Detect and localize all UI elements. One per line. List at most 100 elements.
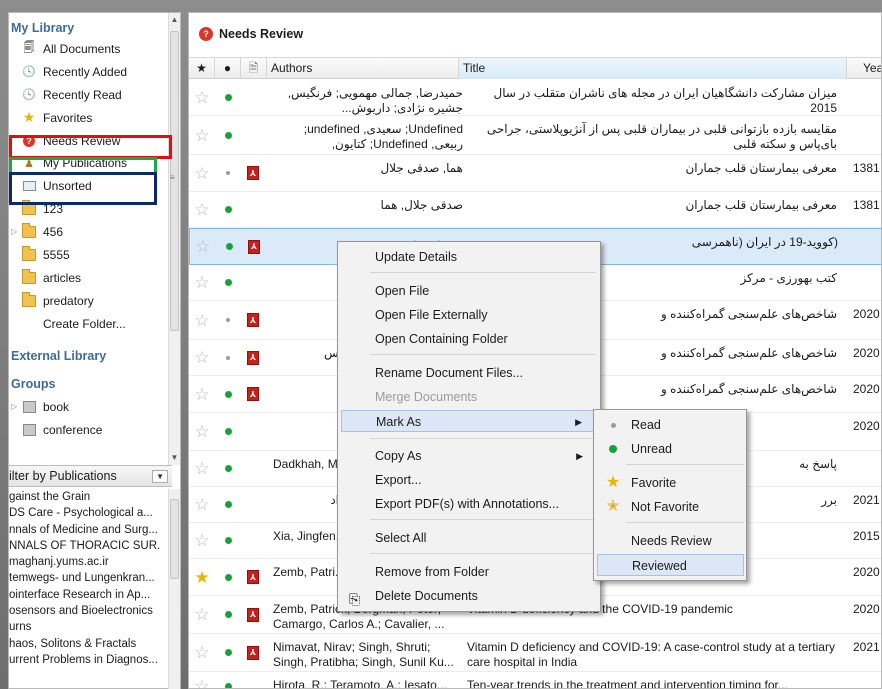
list-item[interactable]: DS Care - Psychological a... xyxy=(9,505,161,521)
pdf-icon[interactable]: ⅄ xyxy=(246,559,260,595)
read-status-icon[interactable] xyxy=(223,265,233,300)
list-item[interactable]: NNALS OF THORACIC SUR... xyxy=(9,538,161,554)
rename-files-menu-item[interactable]: Rename Document Files... xyxy=(341,362,597,384)
create-folder-item[interactable]: Create Folder... xyxy=(9,312,172,335)
pdf-icon[interactable]: ⅄ xyxy=(246,301,260,339)
library-scrollbar[interactable]: ▲ ≡ ▼ xyxy=(168,13,180,465)
dropdown-arrow-icon[interactable]: ▼ xyxy=(152,469,168,483)
authors-column-header[interactable]: Authors xyxy=(267,58,459,79)
favorite-star-icon[interactable]: ☆ xyxy=(193,192,211,227)
copy-as-menu-item[interactable]: Copy As ▶ xyxy=(341,445,597,467)
read-status-icon[interactable] xyxy=(223,192,233,227)
pdf-icon[interactable]: ⅄ xyxy=(246,155,260,191)
open-file-externally-menu-item[interactable]: Open File Externally xyxy=(341,304,597,326)
list-item[interactable]: gainst the Grain xyxy=(9,489,161,505)
read-status-icon[interactable] xyxy=(223,672,233,688)
list-item[interactable]: ointerface Research in Ap... xyxy=(9,587,161,603)
filter-by-publications[interactable]: ilter by Publications ▼ xyxy=(9,465,172,487)
document-column-header[interactable]: 🗎 xyxy=(241,58,267,79)
folder-item[interactable]: predatory xyxy=(9,289,172,312)
mark-as-menu-item[interactable]: Mark As ▶ xyxy=(341,410,597,432)
favorite-star-icon[interactable]: ☆ xyxy=(193,451,211,486)
favorites-item[interactable]: ★ Favorites xyxy=(9,106,172,129)
open-file-menu-item[interactable]: Open File xyxy=(341,280,597,302)
read-status-icon[interactable] xyxy=(223,523,233,558)
pdf-icon[interactable]: ⅄ xyxy=(246,376,260,412)
title-column-header[interactable]: Title xyxy=(459,58,847,79)
favorite-star-icon[interactable]: ☆ xyxy=(193,155,211,191)
read-status-icon[interactable] xyxy=(223,413,233,450)
year-column-header[interactable]: Year xyxy=(859,58,881,79)
pdf-icon[interactable]: ⅄ xyxy=(246,634,260,671)
favorite-star-icon[interactable]: ☆ xyxy=(193,301,211,339)
mark-favorite-menu-item[interactable]: ★ Favorite xyxy=(597,472,744,494)
mark-needs-review-menu-item[interactable]: Needs Review xyxy=(597,530,744,552)
read-status-icon[interactable] xyxy=(223,376,233,412)
recently-added-item[interactable]: 🕓 Recently Added xyxy=(9,60,172,83)
mark-read-menu-item[interactable]: Read xyxy=(597,414,744,436)
expand-icon[interactable]: ▷ xyxy=(11,227,20,236)
favorite-star-icon[interactable]: ☆ xyxy=(193,376,211,412)
pdf-icon[interactable]: ⅄ xyxy=(246,340,260,375)
read-status-icon[interactable] xyxy=(223,301,233,339)
folder-item[interactable]: ▷ 456 xyxy=(9,220,172,243)
pdf-icon[interactable]: ⅄ xyxy=(247,229,261,264)
open-containing-folder-menu-item[interactable]: Open Containing Folder xyxy=(341,328,597,350)
favorite-star-icon[interactable]: ☆ xyxy=(193,487,211,522)
read-status-icon[interactable] xyxy=(223,155,233,191)
update-details-menu-item[interactable]: Update Details xyxy=(341,246,597,268)
remove-from-folder-menu-item[interactable]: Remove from Folder xyxy=(341,561,597,583)
scroll-down-icon[interactable]: ▼ xyxy=(169,451,180,465)
scroll-thumb[interactable] xyxy=(170,499,179,579)
favorite-star-icon[interactable]: ☆ xyxy=(194,229,212,264)
favorite-star-icon[interactable]: ☆ xyxy=(193,596,211,633)
list-item[interactable]: haos, Solitons & Fractals xyxy=(9,636,161,652)
list-item[interactable]: maghanj.yums.ac.ir xyxy=(9,554,161,570)
group-item[interactable]: ▷ book xyxy=(9,395,172,418)
table-row[interactable]: ☆ صدقی جلال, هما معرفی بیمارستان قلب جمارا… xyxy=(189,192,881,228)
folder-item[interactable]: articles xyxy=(9,266,172,289)
list-item[interactable]: nnals of Medicine and Surg... xyxy=(9,522,161,538)
mark-not-favorite-menu-item[interactable]: ✭ Not Favorite xyxy=(597,496,744,518)
table-row[interactable]: ☆ Undefined; سعیدی, undefined; ربیعی, Und… xyxy=(189,116,881,155)
list-item[interactable]: osensors and Bioelectronics xyxy=(9,603,161,619)
folder-item[interactable]: 5555 xyxy=(9,243,172,266)
read-status-icon[interactable] xyxy=(224,229,234,264)
delete-documents-menu-item[interactable]: ⎘ Delete Documents xyxy=(341,585,597,607)
list-item[interactable]: temwegs- und Lungenkran... xyxy=(9,570,161,586)
read-status-icon[interactable] xyxy=(223,340,233,375)
favorite-star-icon[interactable]: ☆ xyxy=(193,672,211,688)
favorite-star-icon[interactable]: ☆ xyxy=(193,340,211,375)
favorite-star-icon[interactable]: ☆ xyxy=(193,413,211,450)
filter-scrollbar[interactable] xyxy=(168,489,180,689)
table-row[interactable]: ☆ ⅄ Nimavat, Nirav; Singh, Shruti; Singh, … xyxy=(189,634,881,672)
table-row[interactable]: ☆ ⅄ هما, صدقی جلال معرفی بیمارستان قلب جمار… xyxy=(189,155,881,192)
read-status-icon[interactable] xyxy=(223,487,233,522)
favorite-star-icon[interactable]: ☆ xyxy=(193,116,211,154)
expand-icon[interactable]: ▷ xyxy=(11,402,20,411)
table-row[interactable]: ☆ حمیدرضا, جمالی مهمویی; فرنگیس, جشیره نژ… xyxy=(189,80,881,116)
read-status-column-header[interactable]: ● xyxy=(215,58,241,79)
favorite-star-icon[interactable]: ☆ xyxy=(193,634,211,671)
recently-read-item[interactable]: 🕓 Recently Read xyxy=(9,83,172,106)
read-status-icon[interactable] xyxy=(223,80,233,115)
favorite-column-header[interactable]: ★ xyxy=(189,58,215,79)
mark-reviewed-menu-item[interactable]: Reviewed xyxy=(597,554,744,576)
export-pdf-annotations-menu-item[interactable]: Export PDF(s) with Annotations... xyxy=(341,493,597,515)
read-status-icon[interactable] xyxy=(223,559,233,595)
favorite-star-icon[interactable]: ☆ xyxy=(193,265,211,300)
export-menu-item[interactable]: Export... xyxy=(341,469,597,491)
read-status-icon[interactable] xyxy=(223,634,233,671)
read-status-icon[interactable] xyxy=(223,596,233,633)
group-item[interactable]: conference xyxy=(9,418,172,441)
table-row[interactable]: ☆ Hirota, R.; Teramoto, A.; Iesato... Ten-… xyxy=(189,672,881,688)
pdf-icon[interactable]: ⅄ xyxy=(246,596,260,633)
list-item[interactable]: urrent Problems in Diagnos... xyxy=(9,652,161,668)
favorite-star-icon[interactable]: ☆ xyxy=(193,523,211,558)
read-status-icon[interactable] xyxy=(223,116,233,154)
favorite-star-icon[interactable]: ★ xyxy=(193,559,211,595)
list-item[interactable]: urns xyxy=(9,619,161,635)
select-all-menu-item[interactable]: Select All xyxy=(341,527,597,549)
read-status-icon[interactable] xyxy=(223,451,233,486)
scroll-up-icon[interactable]: ▲ xyxy=(169,13,180,27)
